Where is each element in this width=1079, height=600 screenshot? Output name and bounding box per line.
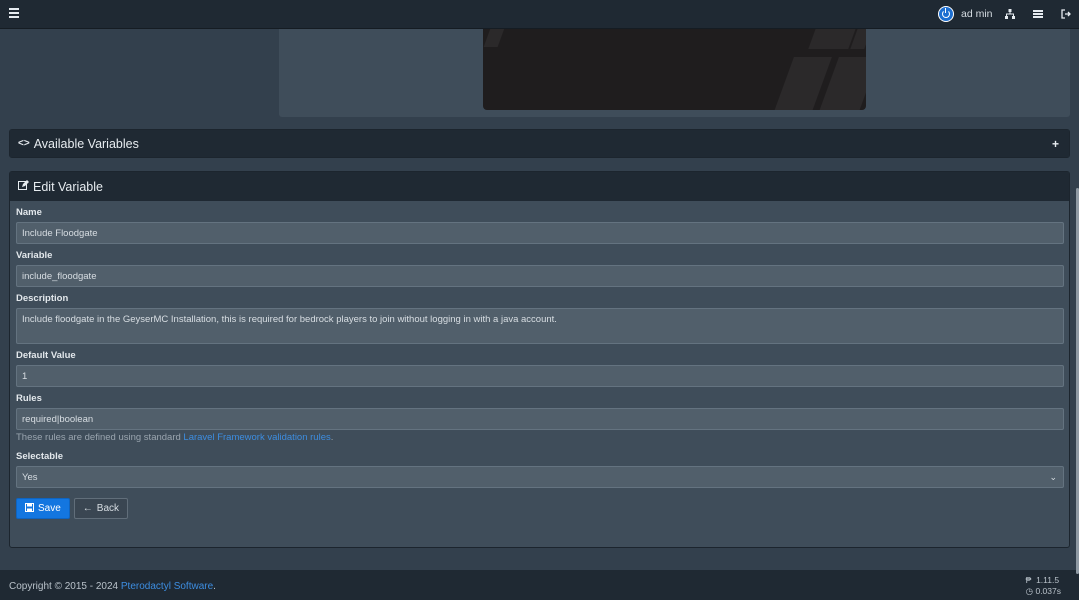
edit-icon	[18, 179, 29, 194]
server-list-icon[interactable]	[1032, 8, 1044, 20]
name-input[interactable]: Include Floodgate	[16, 222, 1064, 244]
version-info: ₱ 1.11.5 ◷ 0.037s	[1026, 575, 1061, 597]
menu-icon[interactable]	[9, 8, 19, 20]
available-variables-title: Available Variables	[33, 136, 139, 151]
logout-icon[interactable]	[1060, 8, 1072, 20]
sitemap-icon[interactable]	[1004, 8, 1016, 20]
save-icon	[25, 502, 34, 515]
footer: Copyright © 2015 - 2024 Pterodactyl Soft…	[0, 570, 1079, 600]
arrow-left-icon: ←	[82, 503, 93, 514]
rules-help-suffix: .	[330, 432, 334, 443]
preview-panel	[279, 29, 1070, 117]
copyright-text: Copyright © 2015 - 2024 Pterodactyl Soft…	[9, 581, 216, 592]
variable-label: Variable	[16, 250, 53, 261]
edit-variable-title: Edit Variable	[33, 179, 103, 194]
expand-button[interactable]: +	[1052, 137, 1059, 151]
name-label: Name	[16, 207, 42, 218]
back-button[interactable]: ← Back	[73, 498, 129, 519]
rules-help-prefix: These rules are defined using standard	[16, 432, 184, 443]
back-label: Back	[96, 503, 120, 514]
user-name: ad min	[961, 8, 993, 20]
available-variables-header[interactable]: <> Available Variables	[10, 130, 1069, 157]
save-label: Save	[38, 503, 61, 514]
copyright-prefix: Copyright © 2015 - 2024	[9, 581, 121, 592]
code-icon: <>	[18, 138, 30, 149]
render-time: 0.037s	[1035, 586, 1061, 596]
rules-input[interactable]: required|boolean	[16, 408, 1064, 430]
default-value-input[interactable]: 1	[16, 365, 1064, 387]
rules-label: Rules	[16, 393, 42, 404]
selectable-select[interactable]: Yes	[16, 466, 1064, 488]
code-branch-icon: ₱	[1025, 575, 1032, 585]
selectable-label: Selectable	[16, 451, 63, 462]
top-navbar: ad min	[0, 0, 1079, 29]
laravel-rules-link[interactable]: Laravel Framework validation rules	[183, 432, 330, 443]
save-button[interactable]: Save	[16, 498, 70, 519]
variable-input[interactable]: include_floodgate	[16, 265, 1064, 287]
clock-icon: ◷	[1025, 586, 1034, 596]
edit-variable-box: Edit Variable Name Include Floodgate Var…	[9, 171, 1070, 548]
description-label: Description	[16, 293, 69, 304]
copyright-suffix: .	[213, 581, 216, 592]
preview-image	[483, 29, 866, 110]
pterodactyl-link[interactable]: Pterodactyl Software	[121, 581, 213, 592]
version-number: 1.11.5	[1036, 575, 1060, 585]
default-value-label: Default Value	[16, 350, 76, 361]
edit-variable-header: Edit Variable	[10, 172, 1069, 201]
user-menu[interactable]: ad min	[938, 6, 993, 22]
description-textarea[interactable]: Include floodgate in the GeyserMC Instal…	[16, 308, 1064, 344]
chevron-down-icon: ⌄	[1049, 472, 1057, 482]
rules-help-text: These rules are defined using standard L…	[16, 432, 1063, 445]
avatar	[938, 6, 954, 22]
available-variables-box: <> Available Variables +	[9, 129, 1070, 158]
